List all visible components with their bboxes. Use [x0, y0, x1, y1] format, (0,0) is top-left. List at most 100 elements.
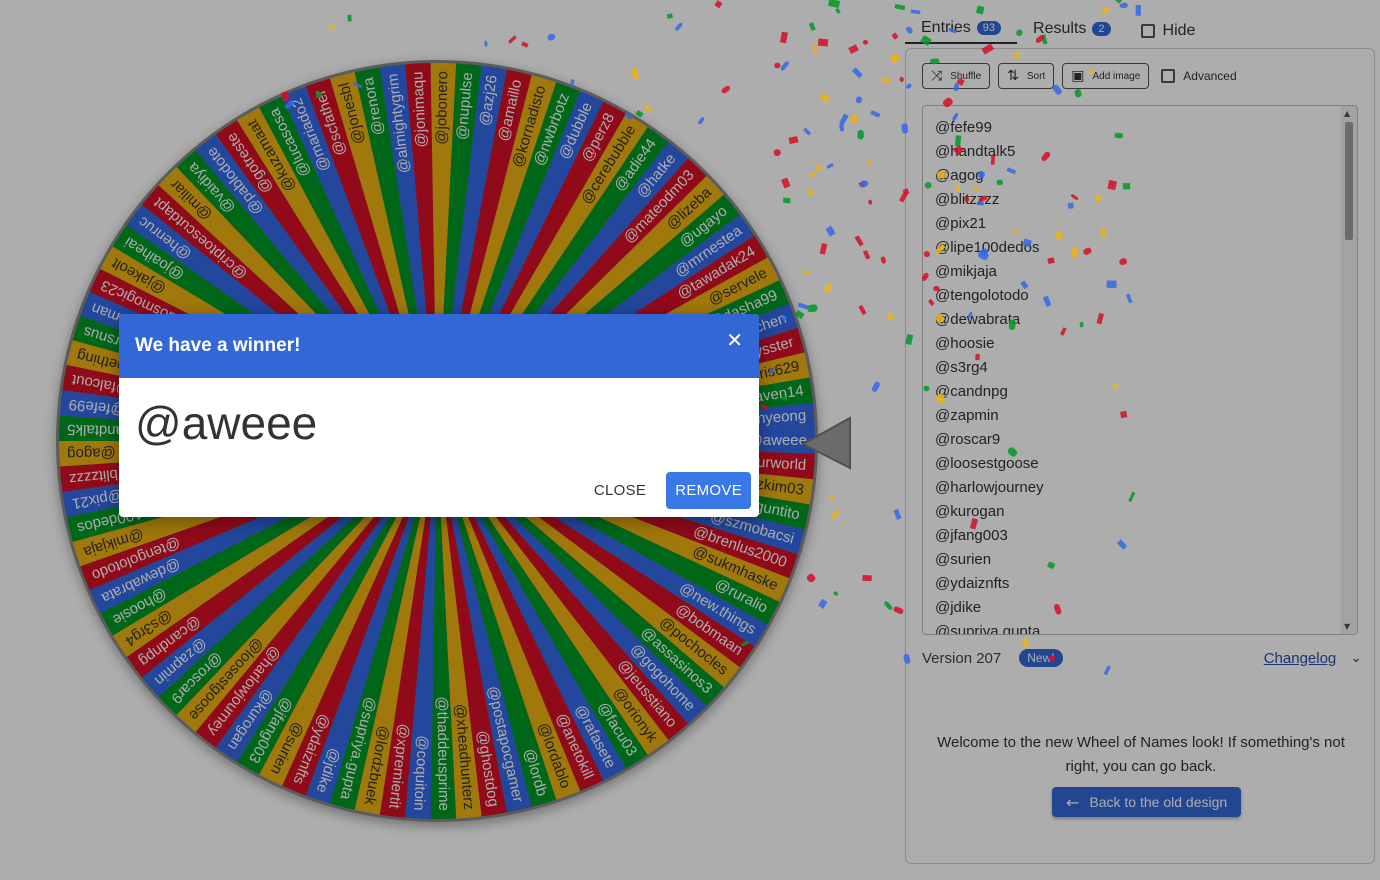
- confetti-piece: [952, 112, 959, 122]
- confetti-piece: [1106, 280, 1117, 289]
- confetti-piece: [899, 76, 904, 83]
- dialog-title: We have a winner!: [135, 335, 301, 356]
- confetti-piece: [858, 305, 867, 315]
- confetti-piece: [903, 653, 911, 664]
- confetti-piece: [969, 518, 978, 530]
- confetti-piece: [889, 52, 901, 64]
- confetti-piece: [352, 81, 363, 89]
- confetti-piece: [1100, 227, 1107, 239]
- confetti-piece: [521, 41, 529, 48]
- confetti-piece: [942, 97, 953, 108]
- confetti-piece: [884, 601, 893, 610]
- confetti-piece: [1041, 151, 1051, 162]
- winner-dialog: We have a winner! ✕ @aweee CLOSE REMOVE: [119, 314, 759, 517]
- close-button[interactable]: CLOSE: [580, 472, 660, 509]
- confetti-piece: [923, 385, 930, 392]
- confetti-piece: [1074, 89, 1082, 98]
- confetti-piece: [826, 163, 834, 169]
- confetti-piece: [797, 302, 809, 310]
- confetti-piece: [284, 99, 295, 110]
- confetti-piece: [990, 154, 996, 165]
- close-icon[interactable]: ✕: [726, 328, 743, 352]
- confetti-piece: [854, 235, 864, 247]
- confetti-piece: [807, 188, 814, 196]
- confetti-piece: [740, 640, 750, 647]
- confetti-piece: [860, 180, 869, 188]
- confetti-piece: [1049, 655, 1056, 663]
- confetti-piece: [1117, 539, 1127, 550]
- confetti-piece: [631, 68, 640, 80]
- confetti-piece: [809, 171, 816, 178]
- confetti-piece: [1119, 2, 1128, 9]
- confetti-piece: [347, 14, 352, 22]
- confetti-piece: [866, 159, 872, 166]
- confetti-piece: [921, 272, 929, 281]
- confetti-piece: [972, 186, 981, 191]
- confetti-piece: [828, 0, 841, 8]
- remove-button[interactable]: REMOVE: [666, 472, 751, 509]
- confetti-piece: [327, 24, 336, 30]
- confetti-piece: [906, 83, 912, 89]
- confetti-piece: [782, 197, 791, 204]
- confetti-piece: [1119, 258, 1128, 266]
- confetti-piece: [484, 40, 488, 47]
- confetti-piece: [1079, 321, 1084, 328]
- confetti-piece: [934, 313, 945, 324]
- confetti-piece: [1067, 202, 1074, 209]
- confetti-piece: [954, 135, 962, 147]
- confetti-piece: [901, 123, 909, 134]
- confetti-piece: [871, 381, 880, 392]
- confetti-piece: [1114, 132, 1124, 139]
- confetti-piece: [1070, 194, 1079, 201]
- confetti-piece: [862, 575, 872, 582]
- confetti-piece: [934, 393, 946, 405]
- confetti-piece: [818, 598, 828, 609]
- confetti-piece: [806, 573, 816, 583]
- confetti-piece: [910, 9, 921, 15]
- confetti-piece: [882, 77, 891, 85]
- confetti-piece: [760, 403, 768, 410]
- confetti-piece: [773, 149, 781, 156]
- confetti-piece: [953, 145, 964, 156]
- confetti-piece: [1094, 194, 1102, 203]
- confetti-piece: [933, 285, 940, 292]
- confetti-piece: [1008, 319, 1016, 331]
- confetti-piece: [833, 591, 838, 596]
- confetti-piece: [1112, 383, 1119, 390]
- confetti-piece: [666, 13, 673, 19]
- confetti-piece: [953, 83, 959, 92]
- confetti-piece: [1128, 491, 1136, 503]
- confetti-piece: [829, 495, 836, 501]
- confetti-piece: [1047, 561, 1056, 570]
- confetti-piece: [825, 225, 836, 237]
- confetti-piece: [808, 22, 816, 31]
- confetti-piece: [788, 136, 799, 145]
- confetti-piece: [857, 129, 864, 140]
- confetti-piece: [675, 22, 683, 31]
- dialog-actions: CLOSE REMOVE: [580, 472, 751, 509]
- confetti-piece: [923, 251, 930, 258]
- confetti-piece: [1042, 295, 1052, 307]
- confetti-piece: [508, 35, 517, 44]
- confetti-piece: [803, 127, 811, 136]
- confetti-piece: [937, 170, 947, 179]
- confetti-piece: [281, 91, 290, 101]
- confetti-piece: [644, 104, 652, 112]
- confetti-piece: [1126, 293, 1133, 304]
- confetti-piece: [780, 31, 788, 44]
- confetti-piece: [1053, 230, 1064, 241]
- confetti-piece: [1047, 257, 1055, 265]
- confetti-piece: [1083, 247, 1092, 255]
- confetti-piece: [815, 164, 823, 172]
- dialog-header: We have a winner! ✕: [119, 314, 759, 378]
- confetti-piece: [905, 334, 914, 345]
- confetti-piece: [1022, 637, 1029, 649]
- confetti-piece: [891, 32, 899, 40]
- confetti-piece: [714, 0, 723, 9]
- confetti-piece: [924, 182, 932, 189]
- confetti-piece: [934, 244, 946, 255]
- confetti-piece: [1053, 603, 1062, 615]
- confetti-piece: [1016, 29, 1023, 37]
- confetti-piece: [928, 299, 935, 306]
- confetti-piece: [975, 353, 980, 361]
